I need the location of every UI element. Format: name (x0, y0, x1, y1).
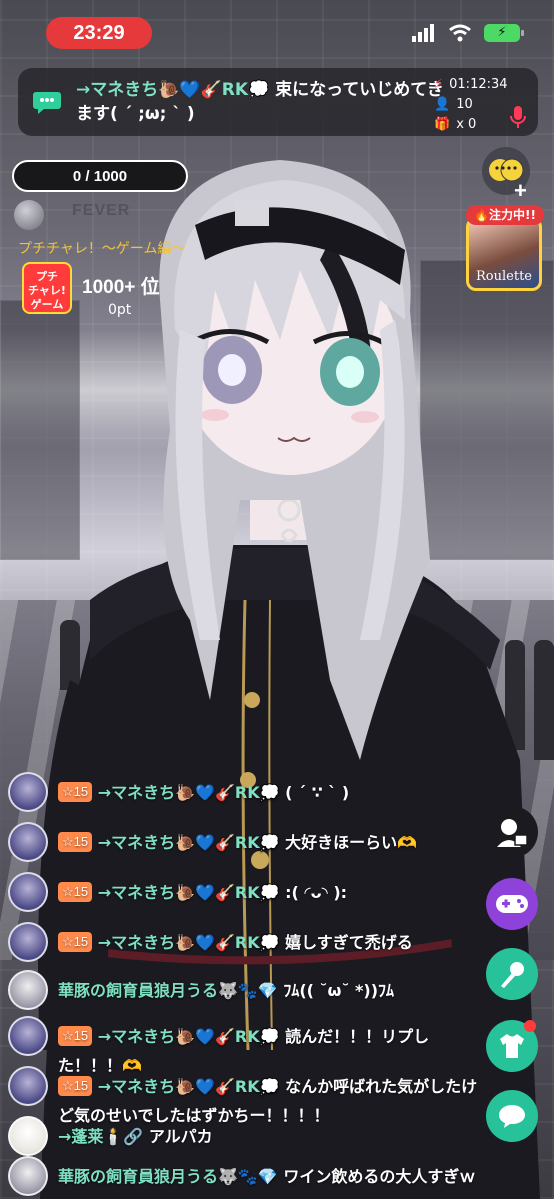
live-bolt-icon: ⚡ (434, 76, 444, 92)
banner-user: →マネきち🐌💙🎸RK💭 (76, 80, 270, 100)
viewer-count: 10 (456, 96, 473, 112)
level-badge: ☆15 (58, 832, 93, 852)
outfit-button[interactable] (486, 1020, 538, 1072)
challenge-icon[interactable]: プチ チャレ! ゲーム (22, 262, 72, 314)
notification-dot (524, 1020, 536, 1032)
chat-text: 嬉しすぎて禿げる (285, 933, 413, 952)
chat-user[interactable]: 華豚の飼育員狼月うる🐺🐾💎 (58, 981, 278, 1000)
chat-avatar[interactable] (8, 1156, 48, 1196)
game-button[interactable] (486, 878, 538, 930)
chat-text: ワイン飲めるの大人すぎｗ (283, 1167, 476, 1186)
challenge-points: 0pt (108, 302, 132, 318)
chat-text: アルパカ (148, 1127, 213, 1146)
chat-user[interactable]: →マネきち🐌💙🎸RK💭 (98, 833, 280, 852)
chat-avatar[interactable] (8, 772, 48, 812)
banner-text: →マネきち🐌💙🎸RK💭 束になっていじめてきます( ´ ;ω; ` ) (76, 78, 448, 126)
pinned-comment-banner[interactable]: →マネきち🐌💙🎸RK💭 束になっていじめてきます( ´ ;ω; ` ) ⚡ 01:… (18, 68, 538, 136)
roulette-tag: 🔥注力中!! (466, 205, 544, 225)
chat-user[interactable]: 華豚の飼育員狼月うる🐺🐾💎 (58, 1167, 278, 1186)
chat-avatar[interactable] (8, 872, 48, 912)
comment-icon (499, 1105, 525, 1128)
roulette-button[interactable]: Roulette (466, 217, 542, 291)
chat-avatar[interactable] (8, 1016, 48, 1056)
microphone-red-icon[interactable] (510, 106, 526, 128)
chat-avatar[interactable] (8, 922, 48, 962)
fever-label: FEVER (72, 202, 131, 219)
chat-avatar[interactable] (8, 822, 48, 862)
chat-avatar[interactable] (8, 970, 48, 1010)
battery-charging-icon: ⚡ (484, 24, 524, 42)
chat-avatar[interactable] (8, 1066, 48, 1106)
viewer-icon: 👤 (434, 96, 451, 112)
chat-user[interactable]: →蓬莱🕯️🔗 (58, 1127, 143, 1146)
avatar-gift-icon (497, 819, 528, 847)
chat-user[interactable]: →マネきち🐌💙🎸RK💭 (98, 1027, 280, 1046)
gift-box-icon: 🎁 (434, 116, 451, 132)
chat-avatar[interactable] (8, 1116, 48, 1156)
comment-bubble-icon (33, 92, 61, 114)
level-badge: ☆15 (58, 1076, 93, 1096)
status-bar: 23:29 ⚡ (0, 0, 554, 62)
avatar-gift-button[interactable] (486, 806, 538, 858)
microphone-icon (501, 962, 524, 988)
roulette-label: Roulette (476, 269, 532, 284)
gift-count: x 0 (456, 116, 477, 132)
chat-user[interactable]: →マネきち🐌💙🎸RK💭 (98, 883, 280, 902)
level-badge: ☆15 (58, 782, 93, 802)
wifi-icon (449, 24, 471, 42)
chat-user[interactable]: →マネきち🐌💙🎸RK💭 (98, 1077, 280, 1096)
level-badge: ☆15 (58, 882, 93, 902)
level-badge: ☆15 (58, 932, 93, 952)
stream-timer: 01:12:34 (449, 76, 508, 92)
chat-text: 大好きほーらい🫶 (285, 833, 418, 852)
chat-text: ( ´ ∵ ` ) (285, 783, 350, 802)
challenge-title[interactable]: プチチャレ！〜ゲーム編〜 (18, 238, 185, 258)
challenge-rank: 1000+ 位 (82, 277, 160, 298)
gamepad-icon (496, 895, 528, 913)
comment-button[interactable] (486, 1090, 538, 1142)
karaoke-button[interactable] (486, 948, 538, 1000)
chat-user[interactable]: →マネきち🐌💙🎸RK💭 (98, 933, 280, 952)
level-badge: ☆15 (58, 1026, 93, 1046)
plus-icon[interactable]: + (514, 178, 527, 204)
chat-user[interactable]: →マネきち🐌💙🎸RK💭 (98, 783, 280, 802)
chat-text: :( ◜ᴗ◝ ): (285, 883, 348, 902)
chat-text: ﾌﾑ(( ˘ω˘ *))ﾌﾑ (283, 981, 395, 1000)
fever-avatar (14, 200, 44, 230)
fever-progress[interactable]: 0 / 1000 (12, 160, 188, 192)
cellular-signal-icon (412, 24, 434, 42)
shirt-icon (500, 1034, 524, 1058)
challenge-icon-text: プチ チャレ! ゲーム (28, 270, 66, 311)
clock: 23:29 (46, 17, 152, 49)
